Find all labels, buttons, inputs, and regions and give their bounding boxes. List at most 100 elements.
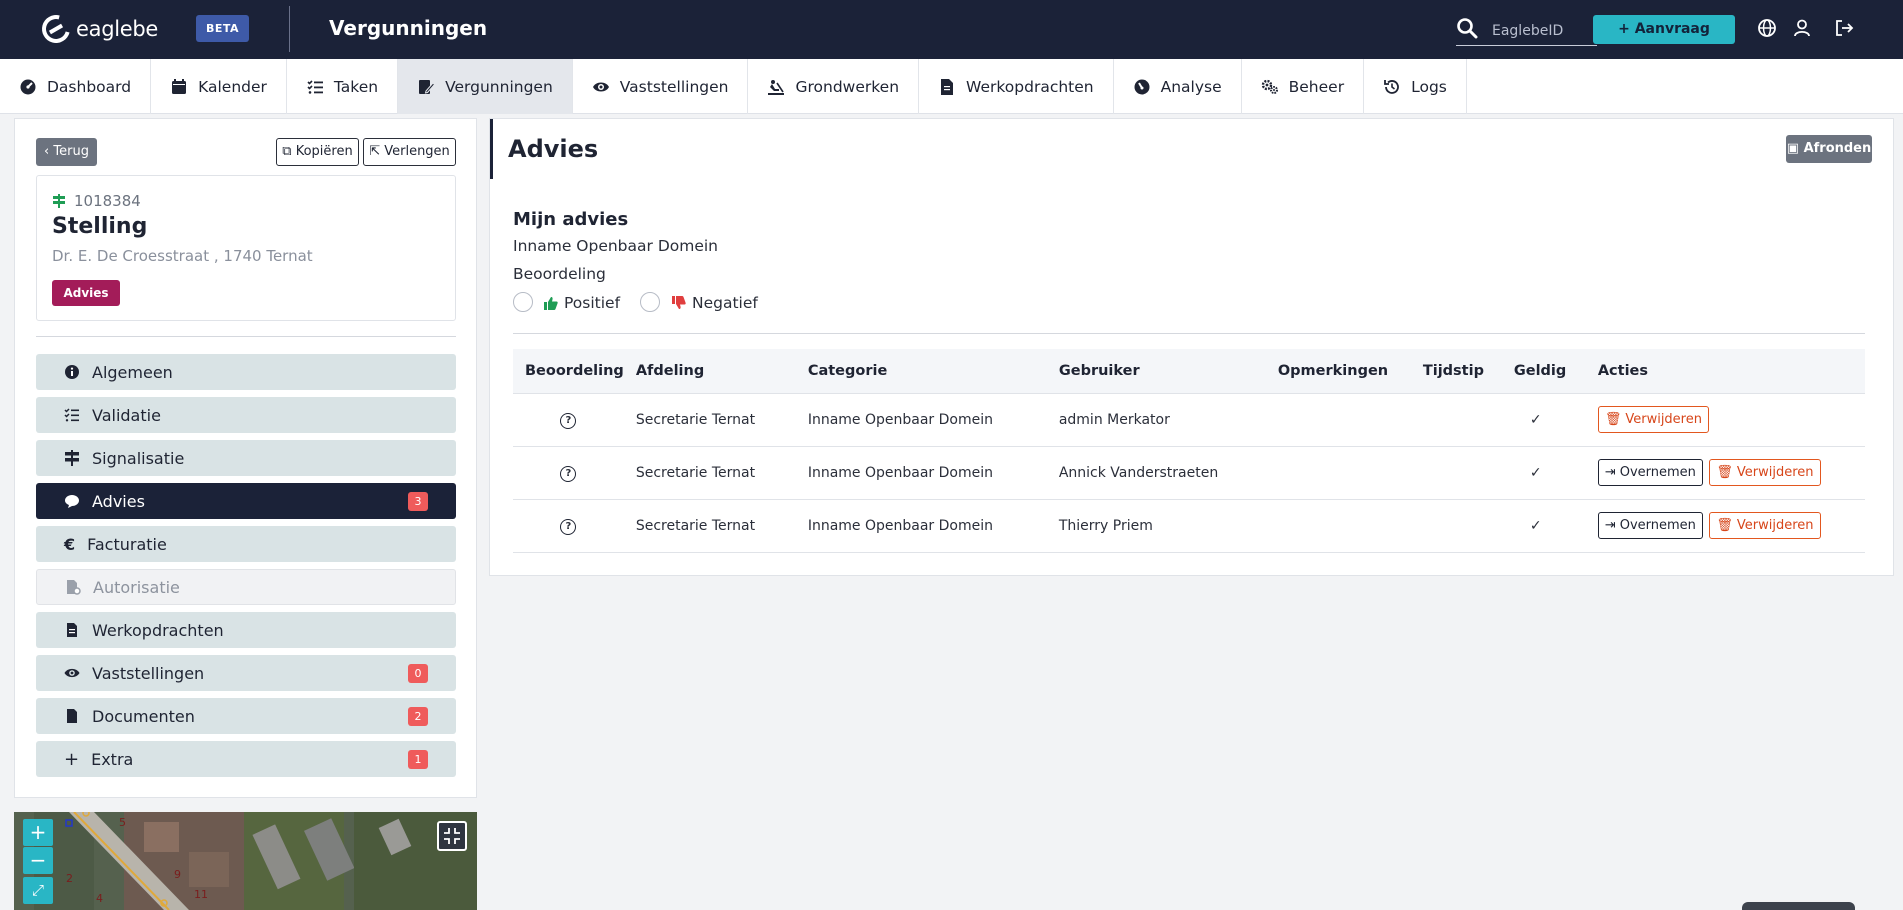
trash-icon: 🗑 xyxy=(1604,412,1622,427)
nav-label: Vergunningen xyxy=(445,77,553,96)
tijdstip-cell xyxy=(1410,498,1502,553)
count-badge: 3 xyxy=(408,492,428,511)
document-icon xyxy=(67,623,77,637)
globe-icon[interactable] xyxy=(1757,18,1777,38)
sidebar-item-label: Facturatie xyxy=(87,534,167,554)
nav-taken[interactable]: Taken xyxy=(287,59,399,114)
check-icon: ✓ xyxy=(1529,517,1542,534)
afronden-label: Afronden xyxy=(1803,141,1872,156)
nav-beheer[interactable]: Beheer xyxy=(1242,59,1365,114)
digging-icon xyxy=(768,79,785,95)
eye-icon xyxy=(64,668,80,678)
sidebar-item-algemeen[interactable]: Algemeen xyxy=(36,354,456,390)
column-header[interactable]: Afdeling xyxy=(623,349,796,393)
info-icon xyxy=(65,365,79,379)
sidebar-item-validatie[interactable]: Validatie xyxy=(36,397,456,433)
sidebar-item-werkopdrachten[interactable]: Werkopdrachten xyxy=(36,612,456,648)
sidebar-item-autorisatie: Autorisatie xyxy=(36,569,456,605)
column-header[interactable]: Categorie xyxy=(795,349,1047,393)
user-icon[interactable] xyxy=(1792,18,1812,38)
tijdstip-cell xyxy=(1410,445,1502,500)
beoordeling-label: Beoordeling xyxy=(513,265,606,283)
file-icon xyxy=(67,709,77,723)
nav-analyse[interactable]: Analyse xyxy=(1114,59,1242,114)
column-header[interactable]: Gebruiker xyxy=(1046,349,1266,393)
permit-sidebar: ‹ Terug ⧉ Kopiëren ⇱ Verlengen 1018384 S… xyxy=(14,118,477,798)
negatief-radio[interactable] xyxy=(640,292,660,312)
copy-button[interactable]: ⧉ Kopiëren xyxy=(276,138,359,166)
sign-in-icon: ⇥ xyxy=(1604,465,1616,480)
opmerkingen-cell xyxy=(1265,445,1411,500)
sidebar-item-label: Advies xyxy=(92,491,145,511)
negatief-option[interactable]: Negatief xyxy=(672,294,758,312)
back-button[interactable]: ‹ Terug xyxy=(36,138,97,166)
nav-dashboard[interactable]: Dashboard xyxy=(0,59,152,114)
question-circle-icon: ? xyxy=(560,518,577,535)
history-icon xyxy=(1384,79,1399,94)
nav-grondwerken[interactable]: Grondwerken xyxy=(748,59,920,114)
afronden-button[interactable]: ▣ Afronden xyxy=(1786,135,1872,163)
overnemen-button[interactable]: ⇥ Overnemen xyxy=(1597,512,1703,539)
location-map[interactable]: 5 9 2 4 11 + − ⤢ xyxy=(14,812,477,910)
comment-icon xyxy=(65,495,79,508)
expand-icon[interactable]: ⤢ xyxy=(23,877,53,904)
gebruiker-cell: admin Merkator xyxy=(1046,392,1266,447)
gebruiker-cell: Annick Vanderstraeten xyxy=(1046,445,1266,500)
overnemen-button[interactable]: ⇥ Overnemen xyxy=(1597,459,1703,486)
zoom-in-button[interactable]: + xyxy=(23,819,53,846)
column-header[interactable]: Geldig xyxy=(1501,349,1586,393)
zoom-out-button[interactable]: − xyxy=(23,847,53,874)
sidebar-item-signalisatie[interactable]: Signalisatie xyxy=(36,440,456,476)
categorie-cell: Inname Openbaar Domein xyxy=(795,392,1047,447)
nav-label: Vaststellingen xyxy=(619,77,729,96)
sidebar-item-facturatie[interactable]: € Facturatie xyxy=(36,526,456,562)
status-badge: Advies xyxy=(52,280,120,306)
advies-panel: Advies ▣ Afronden Mijn advies Inname Ope… xyxy=(489,118,1894,576)
column-header[interactable]: Tijdstip xyxy=(1410,349,1502,393)
logout-icon[interactable] xyxy=(1834,18,1854,38)
nav-label: Grondwerken xyxy=(795,77,900,96)
count-badge: 2 xyxy=(408,707,428,726)
geldig-cell: ✓ xyxy=(1501,445,1586,500)
section-divider xyxy=(513,333,1865,334)
positief-radio[interactable] xyxy=(513,292,533,312)
nav-vaststellingen[interactable]: Vaststellingen xyxy=(573,59,749,114)
nav-kalender[interactable]: Kalender xyxy=(151,59,287,114)
nav-vergunningen[interactable]: Vergunningen xyxy=(398,59,573,114)
column-header[interactable]: Opmerkingen xyxy=(1265,349,1411,393)
aanvraag-button[interactable]: + Aanvraag xyxy=(1593,15,1735,44)
nav-logs[interactable]: Logs xyxy=(1364,59,1467,114)
fullscreen-exit-button[interactable] xyxy=(437,821,467,851)
verwijderen-button[interactable]: 🗑 Verwijderen xyxy=(1709,459,1821,486)
signpost-icon xyxy=(53,194,65,208)
eaglebe-logo[interactable]: eaglebe xyxy=(36,9,159,49)
column-header[interactable]: Acties xyxy=(1585,349,1865,393)
floating-tab[interactable] xyxy=(1742,902,1855,910)
positief-option[interactable]: Positief xyxy=(544,294,620,312)
search-input[interactable] xyxy=(1456,16,1597,46)
copy-label: Kopiëren xyxy=(295,144,353,159)
table-row: ? Secretarie Ternat Inname Openbaar Dome… xyxy=(513,445,1865,500)
verwijderen-button[interactable]: 🗑 Verwijderen xyxy=(1709,512,1821,539)
verwijderen-button[interactable]: 🗑 Verwijderen xyxy=(1597,406,1709,433)
column-header[interactable]: Beoordeling xyxy=(513,349,624,393)
extend-button[interactable]: ⇱ Verlengen xyxy=(363,138,456,166)
sidebar-item-extra[interactable]: + Extra 1 xyxy=(36,741,456,777)
categorie-cell: Inname Openbaar Domein xyxy=(795,498,1047,553)
eaglebe-logo-icon xyxy=(36,9,76,49)
table-row: ? Secretarie Ternat Inname Openbaar Dome… xyxy=(513,392,1865,447)
save-icon: ▣ xyxy=(1786,141,1800,156)
map-label: 9 xyxy=(174,868,181,881)
nav-label: Beheer xyxy=(1288,77,1345,96)
sidebar-item-label: Documenten xyxy=(92,706,195,726)
top-header: eaglebe BETA Vergunningen + Aanvraag xyxy=(0,0,1903,59)
beta-badge: BETA xyxy=(196,15,249,42)
logo-text: eaglebe xyxy=(76,17,159,41)
mijn-advies-title: Mijn advies xyxy=(513,209,629,230)
sidebar-item-documenten[interactable]: Documenten 2 xyxy=(36,698,456,734)
nav-label: Dashboard xyxy=(47,77,132,96)
sidebar-item-vaststellingen[interactable]: Vaststellingen 0 xyxy=(36,655,456,691)
positief-label: Positief xyxy=(564,294,621,312)
sidebar-item-advies[interactable]: Advies 3 xyxy=(36,483,456,519)
nav-werkopdrachten[interactable]: Werkopdrachten xyxy=(919,59,1114,114)
